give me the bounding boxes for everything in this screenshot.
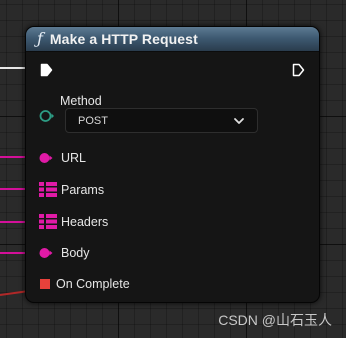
method-selected-value: POST bbox=[78, 114, 108, 127]
url-pin-label: URL bbox=[61, 151, 87, 165]
node-header[interactable]: ƒ Make a HTTP Request bbox=[26, 27, 319, 52]
headers-pin-label: Headers bbox=[61, 214, 109, 229]
on-complete-pin[interactable]: On Complete bbox=[40, 277, 130, 291]
string-pin-icon bbox=[39, 153, 53, 163]
headers-pin[interactable]: Headers bbox=[39, 214, 108, 229]
chevron-down-icon bbox=[234, 117, 244, 124]
body-pin-label: Body bbox=[61, 246, 90, 260]
exec-input-pin-icon[interactable] bbox=[40, 63, 53, 77]
method-pin-icon[interactable] bbox=[39, 109, 55, 123]
http-request-node[interactable]: ƒ Make a HTTP Request Method POST URL Pa… bbox=[25, 26, 320, 303]
method-label: Method bbox=[60, 94, 102, 108]
map-pin-icon bbox=[39, 214, 57, 229]
exec-output-pin-icon[interactable] bbox=[292, 63, 305, 77]
node-title: Make a HTTP Request bbox=[49, 31, 198, 47]
on-complete-pin-label: On Complete bbox=[56, 277, 130, 291]
body-pin[interactable]: Body bbox=[39, 246, 90, 260]
function-icon: ƒ bbox=[37, 29, 43, 48]
method-dropdown[interactable]: POST bbox=[65, 108, 258, 133]
watermark: CSDN @山石玉人 bbox=[218, 312, 332, 328]
params-pin[interactable]: Params bbox=[39, 182, 104, 197]
params-pin-label: Params bbox=[61, 182, 105, 197]
map-pin-icon bbox=[39, 182, 57, 197]
string-pin-icon bbox=[39, 248, 53, 258]
url-pin[interactable]: URL bbox=[39, 151, 86, 165]
delegate-pin-icon bbox=[40, 279, 50, 289]
